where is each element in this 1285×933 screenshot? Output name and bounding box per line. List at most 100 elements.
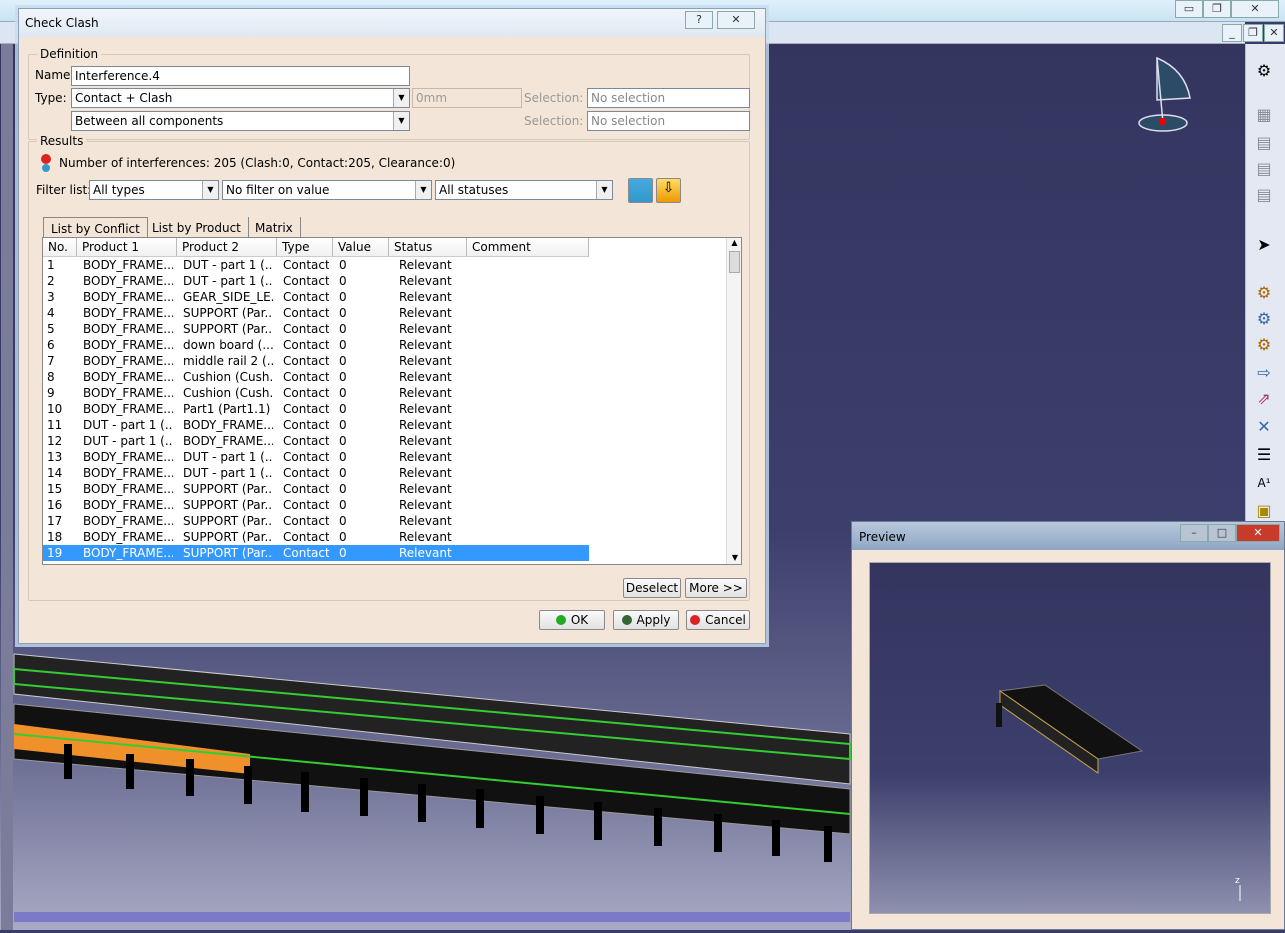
table-row[interactable]: 15 BODY_FRAME... SUPPORT (Par... Contact 0 Re…	[43, 481, 589, 497]
vertical-scrollbar[interactable]: ▲ ▼	[726, 238, 741, 564]
doc-restore-button[interactable]: ❐	[1243, 24, 1263, 42]
apply-button[interactable]: Apply	[613, 610, 679, 630]
table-cell: 15	[47, 482, 63, 496]
help-button[interactable]: ?	[685, 11, 713, 29]
table-cell: 18	[47, 530, 63, 544]
constraint-icon[interactable]: ✕	[1253, 416, 1275, 438]
table-row[interactable]: 6 BODY_FRAME... down board (... Contact 0 Rel…	[43, 337, 589, 353]
table-row[interactable]: 9 BODY_FRAME... Cushion (Cush... Contact 0 Re…	[43, 385, 589, 401]
selection1-field[interactable]: No selection	[587, 88, 750, 108]
table-row[interactable]: 18 BODY_FRAME... SUPPORT (Par... Contact 0 Re…	[43, 529, 589, 545]
table-row[interactable]: 14 BODY_FRAME... DUT - part 1 (... Contact 0…	[43, 465, 589, 481]
restore-button[interactable]: ❐	[1203, 0, 1231, 18]
tree-icon[interactable]: ▤	[1253, 132, 1275, 154]
preview-title-bar[interactable]: Preview – □ ✕	[852, 522, 1284, 550]
preview-minimize-button[interactable]: –	[1180, 524, 1208, 542]
table-cell: Contact	[283, 450, 329, 464]
window-icon[interactable]	[628, 178, 653, 203]
table-cell: 0	[339, 338, 347, 352]
filter-type-value: All types	[93, 183, 145, 197]
table-cell: 10	[47, 402, 63, 416]
scope-select[interactable]: Between all components ▼	[71, 111, 410, 131]
selection2-field[interactable]: No selection	[587, 111, 750, 131]
dialog-close-button[interactable]: ✕	[717, 11, 755, 29]
table-cell: 0	[339, 386, 347, 400]
preview-title: Preview	[859, 530, 906, 544]
table-row[interactable]: 8 BODY_FRAME... Cushion (Cush... Contact 0 Re…	[43, 369, 589, 385]
part-icon[interactable]: ⚙	[1253, 334, 1275, 356]
table-cell: 7	[47, 354, 55, 368]
table-cell: 0	[339, 274, 347, 288]
insert-icon[interactable]: ⇨	[1253, 362, 1275, 384]
scroll-up-icon[interactable]: ▲	[727, 238, 741, 247]
table-cell: Contact	[283, 546, 329, 560]
table-row[interactable]: 2 BODY_FRAME... DUT - part 1 (... Contact 0 R…	[43, 273, 589, 289]
replace-icon[interactable]: ⇗	[1253, 388, 1275, 410]
table-cell: Relevant	[399, 546, 452, 560]
table-row[interactable]: 16 BODY_FRAME... SUPPORT (Par... Contact 0 Re…	[43, 497, 589, 513]
table-row[interactable]: 3 BODY_FRAME... GEAR_SIDE_LE... Contact 0 Rel…	[43, 289, 589, 305]
doc-minimize-button[interactable]: _	[1222, 24, 1242, 42]
table-cell: middle rail 2 (...	[183, 354, 273, 368]
table-row[interactable]: 10 BODY_FRAME... Part1 (Part1.1) Contact 0 Re…	[43, 401, 589, 417]
filter-value-value: No filter on value	[226, 183, 330, 197]
reorder-icon[interactable]: ☰	[1253, 444, 1275, 466]
table-cell: Relevant	[399, 322, 452, 336]
table-row[interactable]: 13 BODY_FRAME... DUT - part 1 (... Contact 0…	[43, 449, 589, 465]
table-row[interactable]: 4 BODY_FRAME... SUPPORT (Par... Contact 0 Rel…	[43, 305, 589, 321]
table-row[interactable]: 1 BODY_FRAME... DUT - part 1 (... Contact 0 R…	[43, 257, 589, 273]
type-value: Contact + Clash	[75, 91, 173, 105]
table-row[interactable]: 7 BODY_FRAME... middle rail 2 (... Contact 0…	[43, 353, 589, 369]
dialog-title: Check Clash	[25, 16, 99, 30]
compass-icon[interactable]	[1135, 50, 1205, 140]
deselect-button[interactable]: Deselect	[623, 578, 681, 598]
table-cell: Contact	[283, 338, 329, 352]
results-label: Results	[37, 134, 87, 148]
table-row[interactable]: 5 BODY_FRAME... SUPPORT (Par... Contact 0 Rel…	[43, 321, 589, 337]
dialog-title-bar[interactable]: Check Clash ? ✕	[19, 9, 765, 37]
export-folder-icon[interactable]: ⇩	[656, 178, 681, 203]
doc-close-button[interactable]: ✕	[1264, 24, 1284, 42]
minimize-button[interactable]: ▭	[1175, 0, 1203, 18]
table-cell: Cushion (Cush...	[183, 370, 273, 384]
column-header[interactable]: No.	[43, 238, 77, 257]
column-header[interactable]: Comment	[467, 238, 589, 257]
scroll-down-icon[interactable]: ▼	[727, 553, 741, 562]
column-header[interactable]: Value	[333, 238, 389, 257]
product-icon[interactable]: ▦	[1253, 104, 1275, 126]
table-row[interactable]: 12 DUT - part 1 (... BODY_FRAME... Contact 0…	[43, 433, 589, 449]
column-header[interactable]: Status	[389, 238, 467, 257]
column-header[interactable]: Product 1	[77, 238, 177, 257]
filter-value-select[interactable]: No filter on value ▼	[222, 180, 432, 200]
chevron-down-icon: ▼	[393, 89, 409, 107]
cancel-button[interactable]: Cancel	[686, 610, 750, 630]
ok-button[interactable]: OK	[539, 610, 605, 630]
column-header[interactable]: Type	[277, 238, 333, 257]
publish-icon[interactable]: ▣	[1253, 500, 1275, 522]
filter-status-select[interactable]: All statuses ▼	[435, 180, 613, 200]
scrollbar-thumb[interactable]	[729, 251, 740, 273]
assembly-icon[interactable]: ⚙	[1253, 282, 1275, 304]
name-input[interactable]: Interference.4	[71, 66, 410, 86]
more-button[interactable]: More >>	[685, 578, 747, 598]
gears-icon[interactable]: ⚙	[1253, 60, 1275, 82]
close-button[interactable]: ✕	[1231, 0, 1279, 18]
select-arrow-icon[interactable]: ➤	[1253, 234, 1275, 256]
table-row[interactable]: 11 DUT - part 1 (... BODY_FRAME... Contact 0…	[43, 417, 589, 433]
preview-maximize-button[interactable]: □	[1208, 524, 1236, 542]
table-cell: SUPPORT (Par...	[183, 546, 273, 560]
preview-close-button[interactable]: ✕	[1236, 524, 1280, 542]
numbering-icon[interactable]: A¹	[1253, 472, 1275, 494]
preview-viewport[interactable]: z	[869, 562, 1271, 914]
table-cell: 13	[47, 450, 63, 464]
table-cell: DUT - part 1 (...	[183, 274, 273, 288]
filter-type-select[interactable]: All types ▼	[89, 180, 219, 200]
type-select[interactable]: Contact + Clash ▼	[71, 88, 410, 108]
component-icon[interactable]: ⚙	[1253, 308, 1275, 330]
table-row[interactable]: 19 BODY_FRAME... SUPPORT (Par... Contact 0 Re…	[43, 545, 589, 561]
tree2-icon[interactable]: ▤	[1253, 158, 1275, 180]
table-row[interactable]: 17 BODY_FRAME... SUPPORT (Par... Contact 0 Re…	[43, 513, 589, 529]
tree3-icon[interactable]: ▤	[1253, 184, 1275, 206]
column-header[interactable]: Product 2	[177, 238, 277, 257]
table-cell: Relevant	[399, 514, 452, 528]
